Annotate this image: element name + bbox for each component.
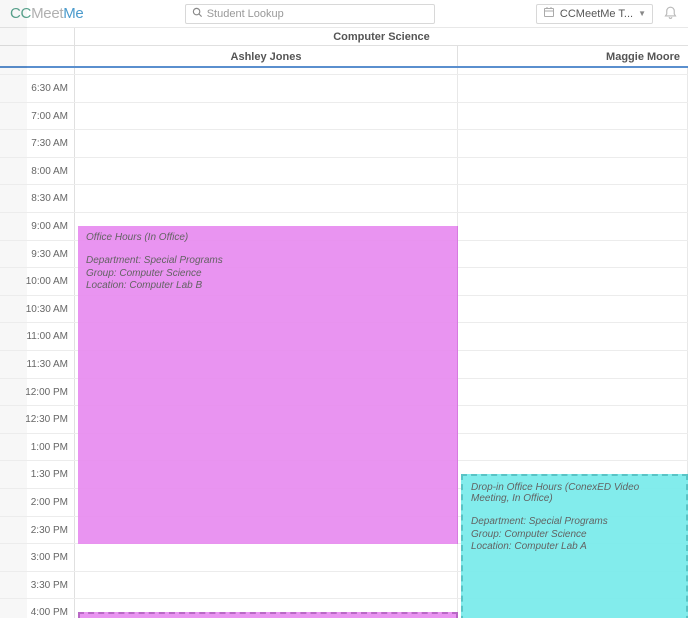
calendar-event-office-hours[interactable]: Office Hours (In Office) Department: Spe… xyxy=(78,226,458,544)
time-label: 9:30 AM xyxy=(0,241,75,268)
department-header-row: Computer Science xyxy=(0,28,688,46)
event-title: Drop-in Office Hours (ConexED Video Meet… xyxy=(471,482,678,504)
time-label: 1:00 PM xyxy=(0,434,75,461)
time-label: 7:00 AM xyxy=(0,103,75,130)
topbar: CCMeetMe CCMeetMe T... ▼ xyxy=(0,0,688,28)
app-logo: CCMeetMe xyxy=(10,5,83,22)
chevron-down-icon: ▼ xyxy=(638,9,646,18)
event-department: Department: Special Programs xyxy=(86,255,449,268)
time-label: 4:00 PM xyxy=(0,599,75,618)
calendar-selector-dropdown[interactable]: CCMeetMe T... ▼ xyxy=(536,4,653,24)
calendar-event-dropin-video[interactable]: Drop-in Office Hours (ConexED Video Meet… xyxy=(461,474,688,618)
logo-part-cc: CC xyxy=(10,5,31,22)
time-label: 10:30 AM xyxy=(0,296,75,323)
time-row[interactable]: 8:30 AM xyxy=(0,184,688,212)
event-department: Department: Special Programs xyxy=(471,516,678,529)
time-label: 9:00 AM xyxy=(0,213,75,240)
search-icon xyxy=(192,7,203,21)
person-column-header: Maggie Moore xyxy=(458,46,688,66)
time-label: 8:30 AM xyxy=(0,185,75,212)
time-label: 2:00 PM xyxy=(0,489,75,516)
time-label: 8:00 AM xyxy=(0,158,75,185)
logo-part-me: Me xyxy=(63,5,83,22)
time-label: 1:30 PM xyxy=(0,461,75,488)
time-label: 10:00 AM xyxy=(0,268,75,295)
time-row[interactable]: 6:30 AM xyxy=(0,74,688,102)
time-label: 11:30 AM xyxy=(0,351,75,378)
dropdown-label: CCMeetMe T... xyxy=(560,8,633,20)
time-row[interactable]: 7:30 AM xyxy=(0,129,688,157)
student-lookup-search[interactable] xyxy=(185,4,435,24)
event-location: Location: Computer Lab B xyxy=(86,280,449,293)
time-label: 11:00 AM xyxy=(0,323,75,350)
person-header-row: Ashley Jones Maggie Moore xyxy=(0,46,688,68)
logo-part-meet: Meet xyxy=(31,5,63,22)
time-label: 2:30 PM xyxy=(0,517,75,544)
time-label: 12:30 PM xyxy=(0,406,75,433)
time-label: 7:30 AM xyxy=(0,130,75,157)
time-label: 3:00 PM xyxy=(0,544,75,571)
event-location: Location: Computer Lab A xyxy=(471,541,678,554)
time-label: 12:00 PM xyxy=(0,379,75,406)
notifications-icon[interactable] xyxy=(663,4,678,23)
event-group: Group: Computer Science xyxy=(86,268,449,281)
event-title: Office Hours (In Office) xyxy=(86,232,449,243)
calendar-icon xyxy=(543,6,555,21)
search-input[interactable] xyxy=(207,8,428,20)
calendar-event-dropin-office[interactable]: Drop-in Office Hours (In Office) xyxy=(78,612,458,618)
time-label: 6:30 AM xyxy=(0,75,75,102)
time-label: 3:30 PM xyxy=(0,572,75,599)
time-row[interactable]: 7:00 AM xyxy=(0,102,688,130)
department-label: Computer Science xyxy=(75,28,688,45)
person-column-header: Ashley Jones xyxy=(75,46,458,66)
time-row[interactable]: 8:00 AM xyxy=(0,157,688,185)
event-group: Group: Computer Science xyxy=(471,529,678,542)
calendar-grid[interactable]: 6:30 AM 7:00 AM 7:30 AM 8:00 AM 8:30 AM … xyxy=(0,68,688,618)
